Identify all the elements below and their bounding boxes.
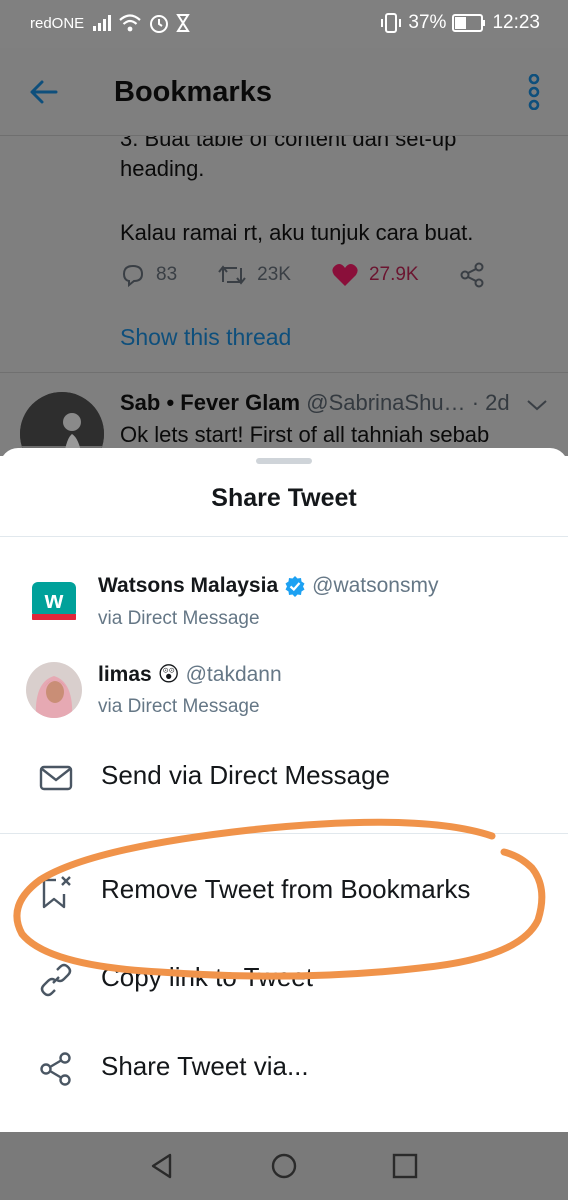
status-bar: redONE 37% 12:23 [0,0,568,48]
drag-handle[interactable] [256,458,312,464]
divider [0,536,568,537]
menu-item-label: Copy link to Tweet [101,962,313,992]
contact-via: via Direct Message [98,608,260,629]
menu-item-label: Send via Direct Message [101,760,391,790]
clock: 12:23 [492,12,540,33]
verified-badge-icon [285,576,305,597]
copy-link-button[interactable]: Copy link to Tweet [0,948,568,1008]
contact-emoji: 😲 [157,663,180,686]
battery-icon [452,14,486,32]
avatar-image [26,662,82,718]
avatar-image [20,392,104,456]
share-contact-watsons[interactable]: w Watsons Malaysia @watsonsmy via Direct… [0,574,568,654]
contact-name-row: Watsons Malaysia @watsonsmy [98,574,438,598]
tweet-text-line: 3. Buat table of content dan set-up [120,136,457,151]
nav-recents-icon[interactable] [392,1152,418,1180]
tweet-text-line: Kalau ramai rt, aku tunjuk cara buat. [120,220,474,245]
tweet-time: · 2d [471,390,510,415]
envelope-icon [39,765,73,791]
like-count: 27.9K [368,264,419,285]
avatar [26,662,82,718]
send-via-dm-button[interactable]: Send via Direct Message [0,746,568,806]
contact-name-row: limas 😲 @takdann [98,662,282,687]
menu-item-label: Remove Tweet from Bookmarks [101,874,471,904]
contact-handle: @takdann [185,662,282,686]
tweet-actions: 83 23K 27.9K [120,262,485,288]
nav-back-icon[interactable] [148,1152,176,1180]
retweet-button[interactable]: 23K [217,262,291,288]
reply-button[interactable]: 83 [120,262,177,288]
share-tweet-via-button[interactable]: Share Tweet via... [0,1037,568,1097]
show-thread-link[interactable]: Show this thread [120,324,291,351]
avatar-letter: w [44,587,64,614]
tweet-author: Sab • Fever Glam @SabrinaShu… · 2d [120,390,510,416]
contact-name: limas [98,662,152,686]
retweet-icon [218,265,246,285]
bookmarks-feed: 3. Buat table of content dan set-up head… [0,136,568,456]
contact-handle: @watsonsmy [312,574,439,597]
link-icon [40,963,72,997]
avatar[interactable] [20,392,104,456]
alarm-icon [150,15,168,33]
signal-icon [93,15,111,31]
wifi-icon [119,14,141,32]
back-arrow-icon[interactable] [28,78,60,106]
like-button[interactable]: 27.9K [331,262,419,288]
reply-icon [122,264,144,288]
display-name[interactable]: Sab • Fever Glam [120,390,300,415]
tweet-text-line: heading. [120,156,205,181]
menu-item-label: Share Tweet via... [101,1051,309,1081]
app-bar: Bookmarks [0,48,568,136]
bookmark-remove-icon [42,876,71,909]
battery-percent: 37% [408,12,447,33]
share-icon [40,1052,71,1086]
page-title: Bookmarks [114,76,272,108]
share-icon[interactable] [459,262,485,288]
user-handle: @SabrinaShu… [306,390,466,415]
share-sheet: Share Tweet w Watsons Malaysia @watsonsm… [0,448,568,1132]
divider [0,833,568,834]
more-options-icon[interactable] [524,74,544,110]
share-contact-limas[interactable]: limas 😲 @takdann via Direct Message [0,662,568,742]
remove-bookmark-button[interactable]: Remove Tweet from Bookmarks [0,860,568,920]
carrier-name: redONE [30,15,85,32]
sheet-title: Share Tweet [211,484,357,512]
reply-count: 83 [156,264,178,285]
tweet-text: Ok lets start! First of all tahniah seba… [120,422,490,447]
hourglass-icon [176,14,190,32]
contact-name: Watsons Malaysia [98,574,279,597]
watsons-logo-icon: w [26,574,82,630]
vibrate-icon [381,13,402,33]
avatar: w [26,574,82,630]
contact-via: via Direct Message [98,696,260,717]
nav-home-icon[interactable] [270,1152,298,1180]
retweet-count: 23K [257,264,291,285]
chevron-down-icon[interactable] [526,398,548,412]
heart-icon [332,264,358,286]
system-nav-bar [0,1132,568,1200]
tweet-divider [0,372,568,373]
